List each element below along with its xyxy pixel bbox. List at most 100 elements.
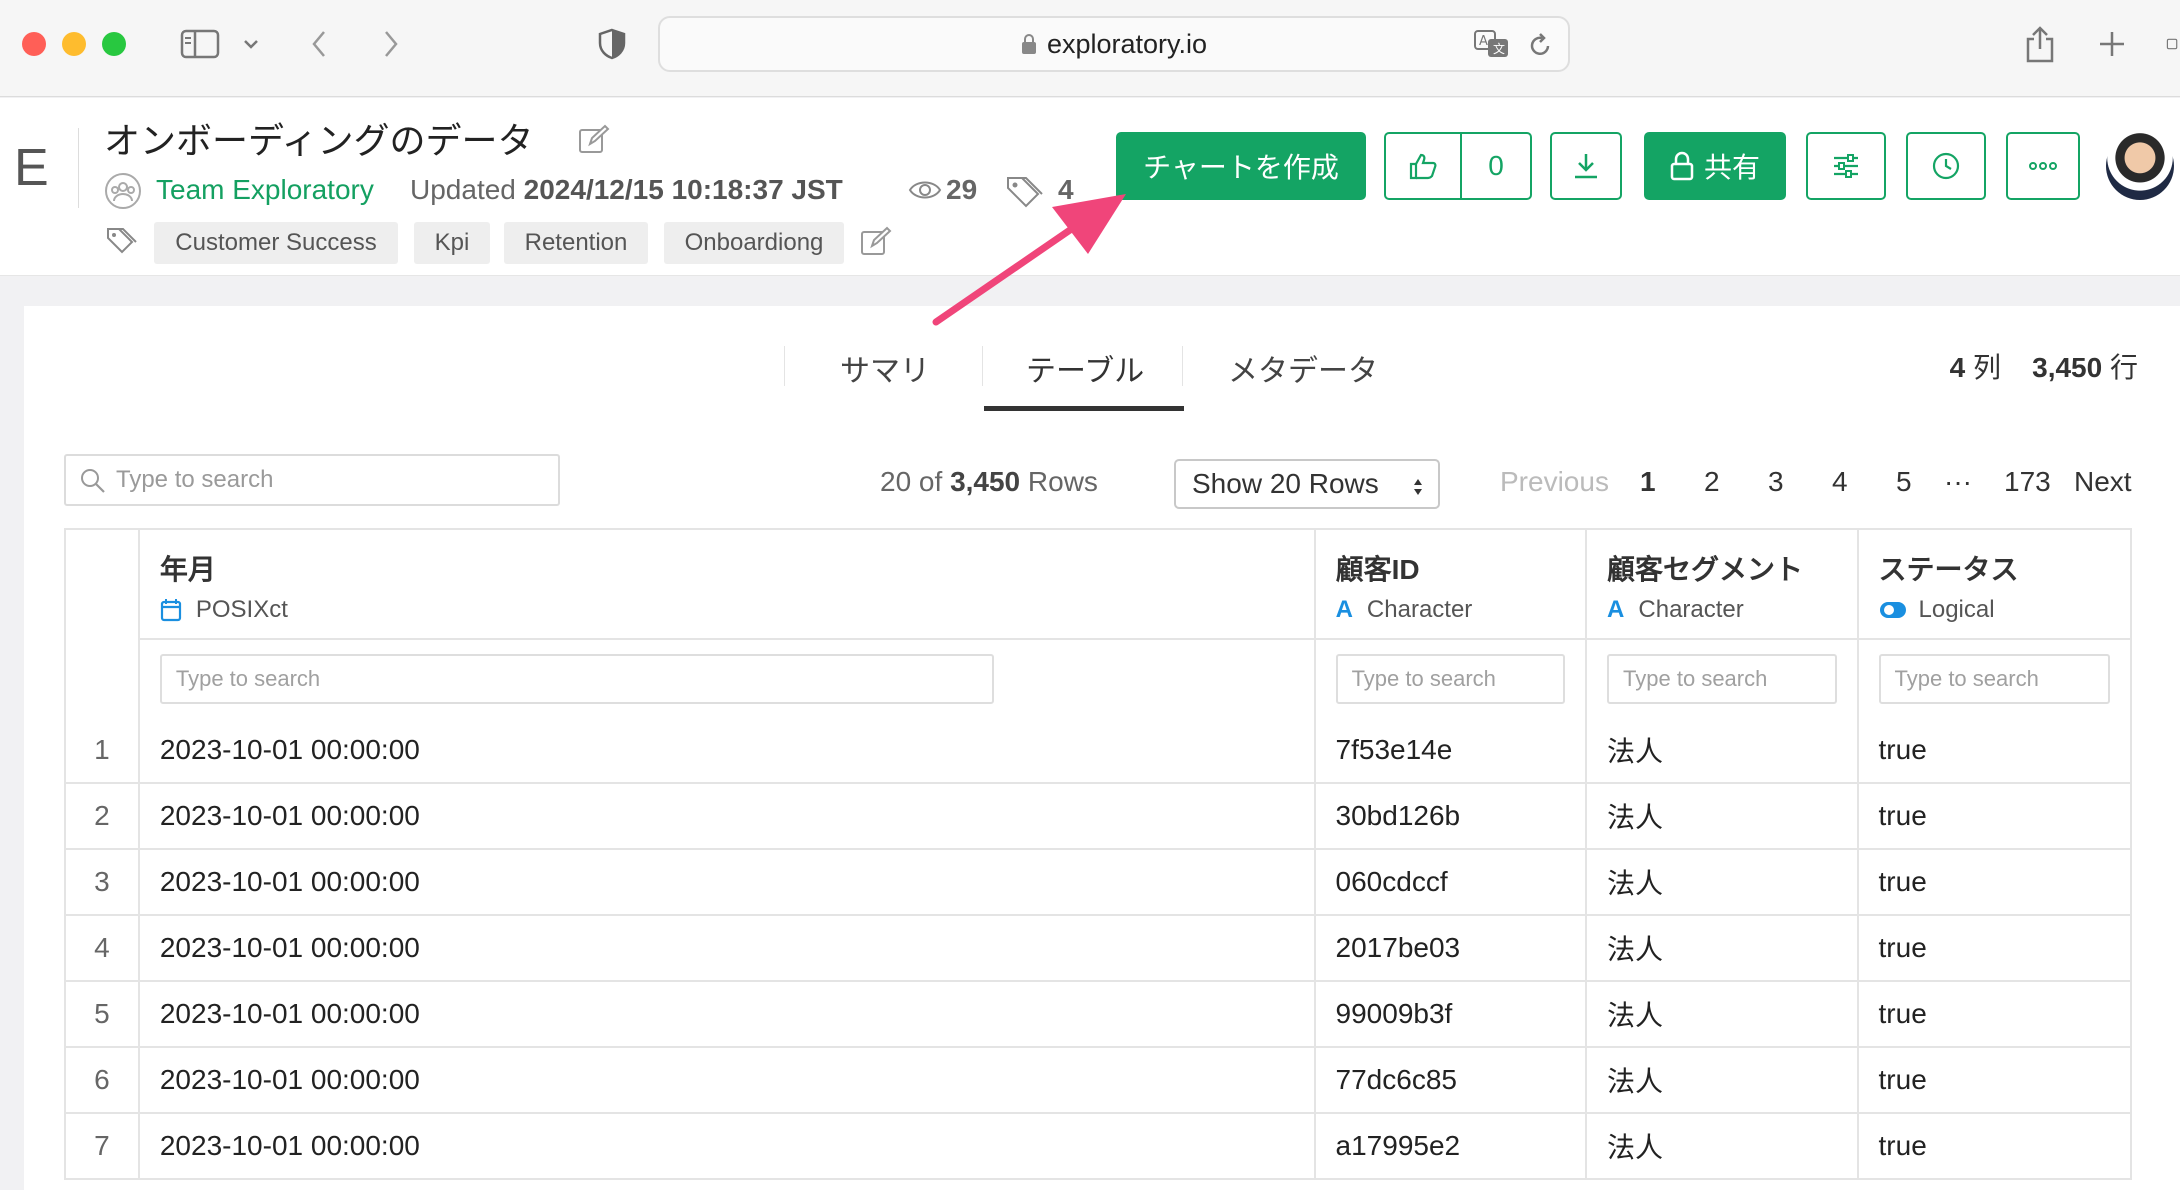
table-cell[interactable]: true (1856, 718, 2130, 782)
team-icon (104, 172, 142, 215)
tag-kpi[interactable]: Kpi (414, 222, 490, 264)
reload-icon[interactable] (1528, 32, 1552, 65)
exploratory-logo[interactable]: E (14, 138, 49, 198)
thumbs-up-icon[interactable] (1386, 134, 1462, 198)
table-cell[interactable]: 2023-10-01 00:00:00 (137, 982, 1314, 1046)
pagination-page-2[interactable]: 2 (1704, 466, 1720, 498)
row-number-header (66, 530, 138, 718)
column-header-customer-segment[interactable]: 顧客セグメント A Character (1587, 530, 1856, 638)
edit-title-icon[interactable] (578, 124, 610, 159)
table-cell[interactable]: 2023-10-01 00:00:00 (137, 1048, 1314, 1112)
tag-onboardiong[interactable]: Onboardiong (664, 222, 844, 264)
table-cell[interactable]: true (1856, 916, 2130, 980)
minimize-window-button[interactable] (62, 32, 86, 56)
column-header-customer-id[interactable]: 顧客ID A Character (1316, 530, 1585, 638)
lock-icon (1670, 151, 1694, 181)
table-cell[interactable]: 法人 (1585, 784, 1857, 848)
new-tab-icon[interactable] (2092, 22, 2132, 66)
row-number: 4 (94, 932, 110, 963)
pagination-page-3[interactable]: 3 (1768, 466, 1784, 498)
column-type: Logical (1879, 596, 2130, 624)
toggle-icon (1879, 601, 1907, 619)
history-button[interactable] (1906, 132, 1986, 200)
table-cell[interactable]: 2023-10-01 00:00:00 (137, 916, 1314, 980)
table-cell[interactable]: true (1856, 1114, 2130, 1178)
row-number: 5 (94, 998, 110, 1029)
close-window-button[interactable] (22, 32, 46, 56)
column-filter-input[interactable]: Type to search (1878, 654, 2110, 704)
column-count: 4 (1949, 352, 1966, 383)
table-cell[interactable]: 2023-10-01 00:00:00 (137, 718, 1314, 782)
pagination-previous[interactable]: Previous (1500, 466, 1609, 498)
tab-overview-icon[interactable] (2166, 22, 2180, 66)
column-header-year-month[interactable]: 年月 POSIXct (140, 530, 1314, 638)
pagination-page-4[interactable]: 4 (1832, 466, 1848, 498)
rows-per-page-value: Show 20 Rows (1192, 468, 1379, 499)
data-table-card: サマリ テーブル メタデータ 4 列 3,450 行 Type to searc… (24, 306, 2180, 1190)
table-cell[interactable]: true (1856, 784, 2130, 848)
user-avatar[interactable] (2106, 132, 2174, 200)
column-filter-input[interactable]: Type to search (1607, 654, 1837, 704)
translate-icon[interactable]: A文 (1474, 30, 1510, 65)
table-cell[interactable]: 法人 (1585, 1114, 1857, 1178)
table-search-input[interactable]: Type to search (64, 454, 560, 506)
settings-button[interactable] (1806, 132, 1886, 200)
shield-icon[interactable] (594, 22, 630, 66)
column-filter-input[interactable]: Type to search (1335, 654, 1566, 704)
column-header-status[interactable]: ステータス Logical (1859, 530, 2130, 638)
pagination-page-1[interactable]: 1 (1640, 466, 1656, 498)
share-icon[interactable] (2020, 22, 2060, 66)
back-icon[interactable] (304, 22, 334, 66)
table-cell[interactable]: 法人 (1585, 916, 1857, 980)
pagination-next[interactable]: Next (2074, 466, 2132, 498)
create-chart-button[interactable]: チャートを作成 (1116, 132, 1366, 200)
table-cell[interactable]: true (1856, 850, 2130, 914)
rows-shown-prefix: 20 of (880, 466, 943, 497)
share-button[interactable]: 共有 (1644, 132, 1786, 200)
calendar-icon (160, 598, 182, 622)
table-row: 5 2023-10-01 00:00:00 99009b3f 法人 true (66, 980, 2130, 1046)
tab-metadata[interactable]: メタデータ (1228, 346, 1378, 390)
edit-tags-icon[interactable] (860, 226, 892, 261)
more-icon (2028, 161, 2058, 171)
like-button-group[interactable]: 0 (1384, 132, 1532, 200)
table-cell[interactable]: 99009b3f (1313, 982, 1586, 1046)
column-type: A Character (1607, 596, 1856, 624)
table-cell[interactable]: true (1856, 982, 2130, 1046)
pagination-page-5[interactable]: 5 (1896, 466, 1912, 498)
tab-summary[interactable]: サマリ (840, 346, 930, 390)
column-filter-input[interactable]: Type to search (159, 654, 994, 704)
tag-icon (1006, 174, 1044, 213)
table-cell[interactable]: 2023-10-01 00:00:00 (137, 784, 1314, 848)
tag-customer-success[interactable]: Customer Success (154, 222, 398, 264)
table-cell[interactable]: 7f53e14e (1313, 718, 1586, 782)
column-type-label: Character (1366, 596, 1473, 623)
tab-table[interactable]: テーブル (1026, 346, 1144, 390)
table-cell[interactable]: 30bd126b (1313, 784, 1586, 848)
more-options-button[interactable] (2006, 132, 2080, 200)
address-bar[interactable]: exploratory.io A文 (658, 16, 1570, 72)
table-cell[interactable]: 法人 (1585, 982, 1857, 1046)
download-button[interactable] (1550, 132, 1622, 200)
table-cell[interactable]: a17995e2 (1313, 1114, 1586, 1178)
column-4: ステータス Logical Type to search (1856, 530, 2130, 718)
table-cell[interactable]: 060cdccf (1313, 850, 1586, 914)
table-cell[interactable]: 2023-10-01 00:00:00 (137, 850, 1314, 914)
pagination-page-last[interactable]: 173 (2004, 466, 2051, 498)
share-label: 共有 (1703, 152, 1760, 183)
table-cell[interactable]: true (1856, 1048, 2130, 1112)
maximize-window-button[interactable] (102, 32, 126, 56)
table-cell[interactable]: 法人 (1585, 1048, 1857, 1112)
table-cell[interactable]: 法人 (1585, 850, 1857, 914)
sidebar-toggle-icon[interactable] (176, 22, 224, 66)
table-cell[interactable]: 2017be03 (1313, 916, 1586, 980)
table-cell[interactable]: 法人 (1585, 718, 1857, 782)
team-link[interactable]: Team Exploratory (156, 174, 374, 206)
forward-icon[interactable] (376, 22, 406, 66)
dataset-header: E オンボーディングのデータ Team Exploratory Updated … (0, 98, 2180, 276)
table-cell[interactable]: 2023-10-01 00:00:00 (137, 1114, 1314, 1178)
tag-retention[interactable]: Retention (504, 222, 648, 264)
chevron-down-icon[interactable] (236, 22, 266, 66)
rows-per-page-select[interactable]: Show 20 Rows (1174, 459, 1440, 509)
table-cell[interactable]: 77dc6c85 (1313, 1048, 1586, 1112)
